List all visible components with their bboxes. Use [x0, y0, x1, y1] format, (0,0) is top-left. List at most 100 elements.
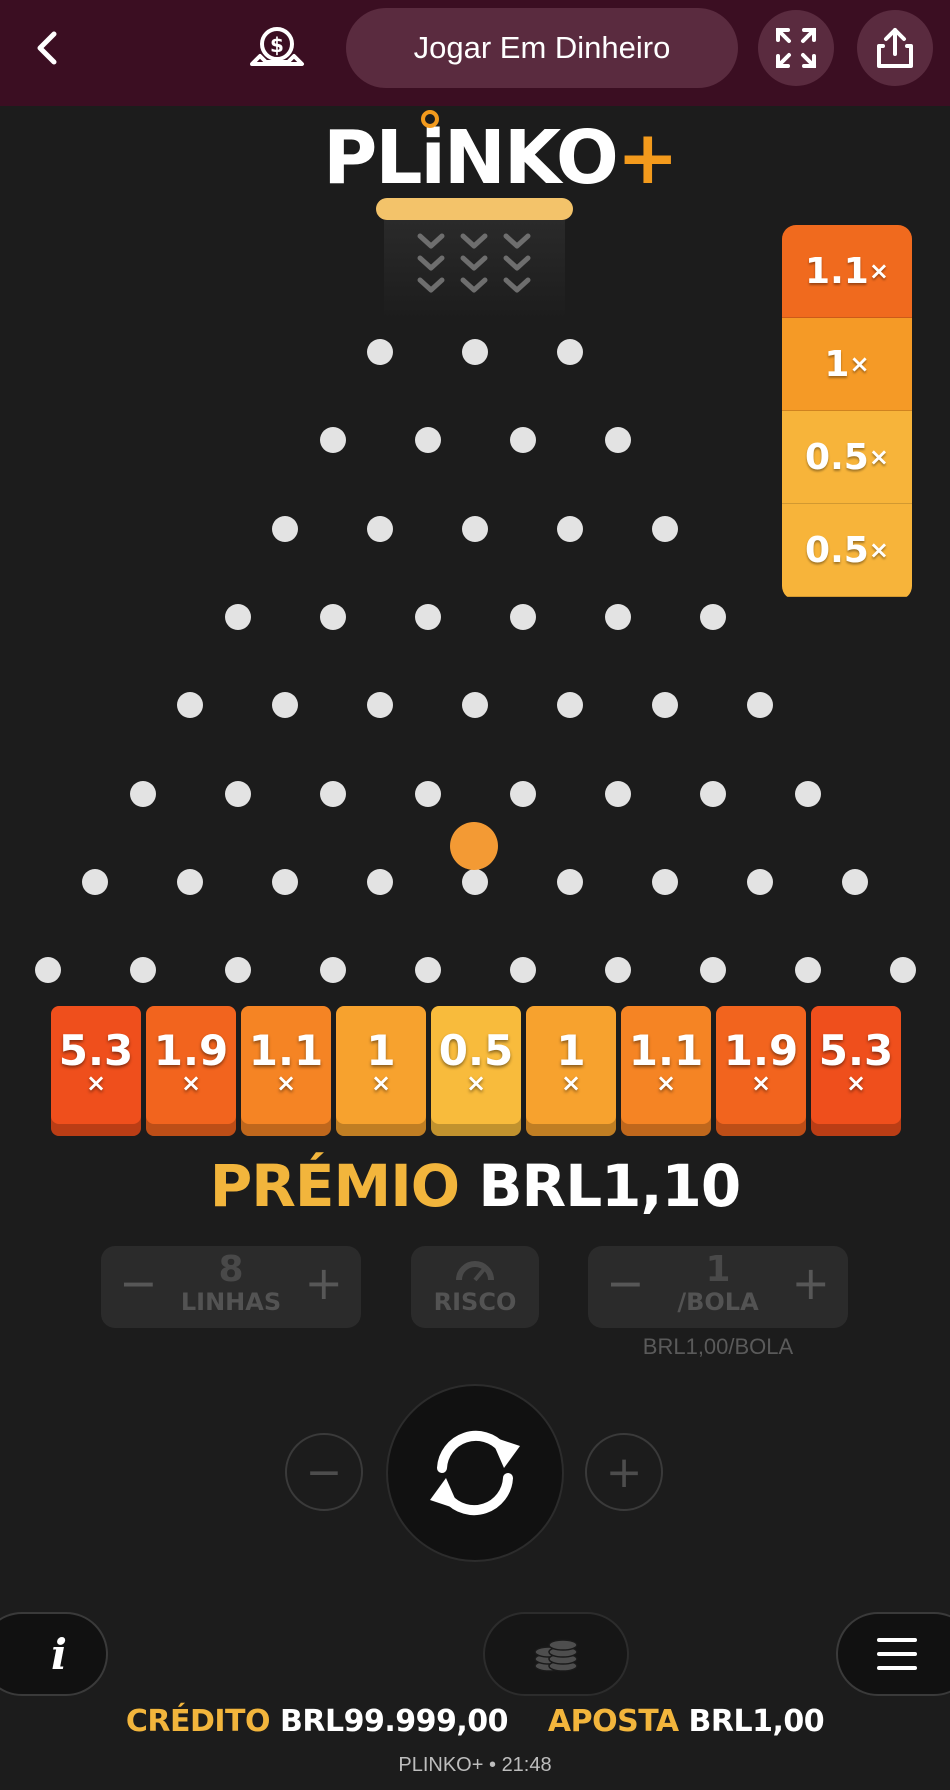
peg — [604, 957, 631, 984]
money-icon[interactable]: $ — [246, 22, 308, 74]
game-info: PLINKO+ • 21:48 — [0, 1754, 950, 1777]
bet-value: BRL1,00 — [688, 1704, 825, 1739]
peg — [747, 868, 773, 895]
peg — [129, 957, 156, 984]
peg — [224, 603, 251, 630]
peg — [129, 780, 156, 807]
peg — [367, 339, 393, 365]
peg — [319, 603, 346, 630]
risk-control[interactable]: RISCO — [411, 1246, 539, 1328]
peg — [889, 957, 916, 984]
info-icon: i — [51, 1629, 67, 1679]
bet-plus-button[interactable]: + — [791, 1260, 830, 1306]
top-bar: $ Jogar Em Dinheiro — [0, 0, 950, 106]
peg — [82, 868, 108, 895]
slot-value: 1.1 — [628, 1026, 704, 1075]
play-button[interactable] — [386, 1384, 564, 1562]
play-real-money-button[interactable]: Jogar Em Dinheiro — [346, 8, 738, 88]
peg — [462, 868, 488, 895]
slot-multiplier-sign: × — [750, 1069, 772, 1097]
svg-text:$: $ — [270, 33, 284, 57]
peg — [747, 692, 773, 719]
peg — [604, 603, 631, 630]
peg — [367, 868, 393, 895]
prize-label: PRÉMIO — [209, 1152, 460, 1220]
clock-time: 21:48 — [501, 1754, 552, 1776]
decrease-button[interactable]: − — [285, 1433, 363, 1511]
peg — [272, 692, 298, 719]
bet-label: APOSTA — [547, 1704, 679, 1739]
slot-value: 1.9 — [153, 1026, 229, 1075]
peg — [34, 957, 61, 984]
peg — [414, 957, 441, 984]
share-button[interactable] — [857, 10, 933, 86]
play-real-money-label: Jogar Em Dinheiro — [413, 30, 671, 65]
history-multiplier-sign: × — [849, 350, 870, 378]
slot-multiplier-sign: × — [370, 1069, 392, 1097]
peg — [177, 868, 203, 895]
back-arrow-icon[interactable] — [28, 22, 68, 74]
prize-amount: BRL1,10 — [478, 1152, 741, 1220]
history-value: 0.5 — [805, 436, 869, 478]
ball-dropper-chute — [384, 220, 565, 320]
prize-display: PRÉMIO BRL1,10 — [0, 1152, 950, 1220]
peg — [557, 339, 583, 365]
peg — [319, 957, 346, 984]
history-item: 1.1 × — [782, 225, 912, 318]
peg — [509, 780, 536, 807]
peg — [557, 515, 583, 542]
peg — [794, 780, 821, 807]
peg — [842, 868, 868, 895]
slot-multiplier-sign: × — [275, 1069, 297, 1097]
slot-value: 1 — [556, 1026, 586, 1075]
peg — [509, 957, 536, 984]
plus-icon: + — [605, 1446, 643, 1498]
logo-dot — [421, 110, 439, 128]
slot-multiplier-sign: × — [465, 1069, 487, 1097]
peg — [224, 957, 251, 984]
peg — [414, 603, 441, 630]
peg — [652, 515, 678, 542]
bet-per-ball-control: − 1 /BOLA + — [588, 1246, 848, 1328]
peg — [509, 603, 536, 630]
peg — [557, 868, 583, 895]
slot-value: 0.5 — [438, 1026, 514, 1075]
multiplier-slot: 5.3 × — [811, 1006, 901, 1136]
history-multiplier-sign: × — [868, 536, 889, 564]
refresh-icon — [430, 1430, 520, 1516]
info-button[interactable]: i — [0, 1612, 108, 1696]
peg — [699, 603, 726, 630]
plinko-ball — [450, 822, 498, 870]
hamburger-menu-icon — [877, 1638, 917, 1670]
peg — [177, 692, 203, 719]
peg — [509, 427, 536, 454]
credit-value: BRL99.999,00 — [279, 1704, 509, 1739]
increase-button[interactable]: + — [585, 1433, 663, 1511]
peg — [462, 515, 488, 542]
fullscreen-button[interactable] — [758, 10, 834, 86]
multiplier-slot: 1.9 × — [716, 1006, 806, 1136]
game-name: PLINKO+ — [398, 1754, 484, 1776]
history-item: 0.5 × — [782, 504, 912, 597]
credit-label: CRÉDITO — [125, 1704, 271, 1739]
multiplier-slot: 1.1 × — [241, 1006, 331, 1136]
lines-plus-button[interactable]: + — [304, 1260, 343, 1306]
peg — [462, 339, 488, 365]
chips-button[interactable] — [483, 1612, 629, 1696]
result-history: 1.1 × 1 × 0.5 × 0.5 × — [782, 225, 912, 600]
peg — [652, 868, 678, 895]
share-icon — [877, 28, 913, 68]
peg — [319, 780, 346, 807]
peg — [652, 692, 678, 719]
slot-value: 5.3 — [58, 1026, 134, 1075]
multiplier-slot: 1 × — [336, 1006, 426, 1136]
logo-text: PLiNKO — [323, 115, 619, 201]
peg — [557, 692, 583, 719]
fullscreen-icon — [776, 28, 816, 68]
multiplier-slot: 1.1 × — [621, 1006, 711, 1136]
peg — [319, 427, 346, 454]
peg — [604, 427, 631, 454]
menu-button[interactable] — [836, 1612, 950, 1696]
lines-control: − 8 LINHAS + — [101, 1246, 361, 1328]
history-value: 1.1 — [805, 250, 869, 292]
